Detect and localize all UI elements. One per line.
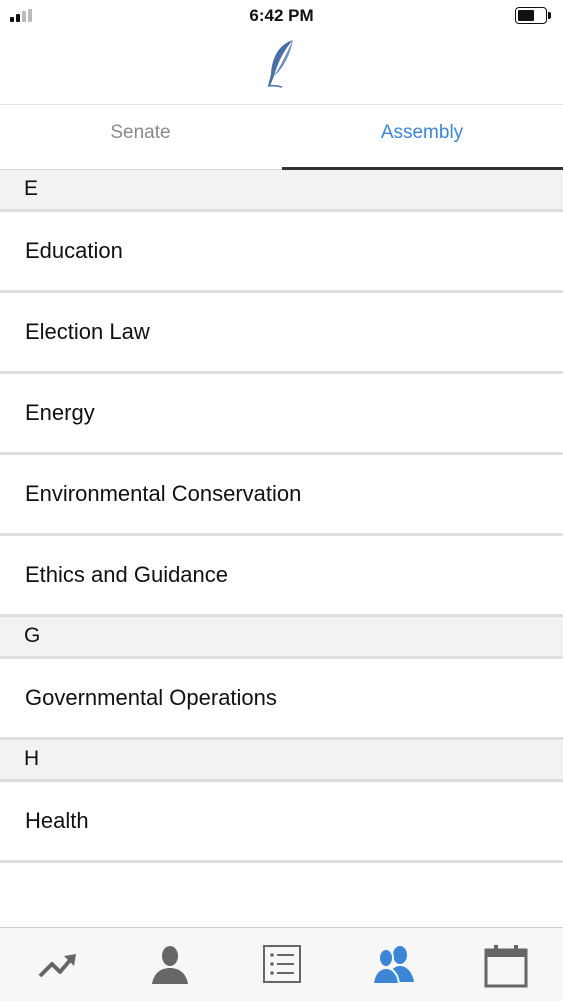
app-header: [0, 32, 563, 105]
tab-bar-trending[interactable]: [18, 928, 98, 1001]
section-header-e: E: [0, 170, 563, 212]
people-icon: [372, 946, 414, 984]
list-item-partial[interactable]: [0, 863, 563, 927]
list-item-governmental-operations[interactable]: Governmental Operations: [0, 659, 563, 740]
committee-list[interactable]: E Education Election Law Energy Environm…: [0, 170, 563, 927]
section-header-g: G: [0, 617, 563, 659]
tab-bar-calendar[interactable]: [464, 928, 544, 1001]
list-item-health[interactable]: Health: [0, 782, 563, 863]
bottom-tab-bar: [0, 927, 563, 1001]
calendar-icon: [484, 945, 528, 988]
battery-icon: [515, 7, 551, 24]
list-item-ethics-and-guidance[interactable]: Ethics and Guidance: [0, 536, 563, 617]
list-item-election-law[interactable]: Election Law: [0, 293, 563, 374]
list-item-education[interactable]: Education: [0, 212, 563, 293]
tab-bar-people[interactable]: [352, 928, 432, 1001]
status-bar: 6:42 PM: [0, 0, 563, 32]
tab-senate[interactable]: Senate: [0, 105, 281, 169]
person-icon: [152, 946, 188, 984]
quill-icon: [267, 40, 293, 88]
chamber-tabs: Senate Assembly: [0, 105, 563, 170]
trending-icon: [38, 954, 76, 978]
list-icon: [263, 945, 301, 983]
list-item-energy[interactable]: Energy: [0, 374, 563, 455]
status-time: 6:42 PM: [249, 6, 314, 25]
tab-assembly[interactable]: Assembly: [281, 105, 563, 169]
section-header-h: H: [0, 740, 563, 782]
tab-bar-person[interactable]: [130, 928, 210, 1001]
list-item-environmental-conservation[interactable]: Environmental Conservation: [0, 455, 563, 536]
tab-bar-list[interactable]: [242, 928, 322, 1001]
